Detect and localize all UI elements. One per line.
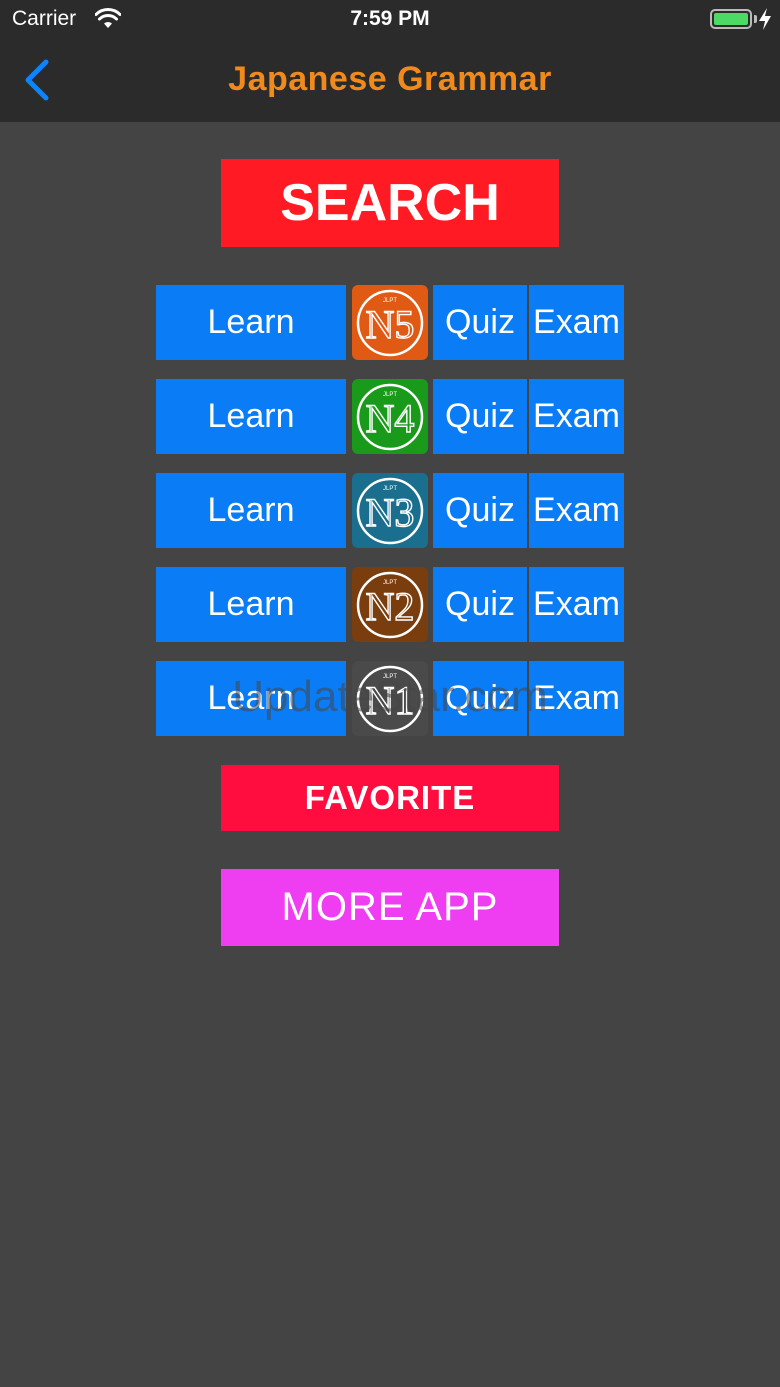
exam-button[interactable]: Exam — [529, 473, 624, 548]
quiz-button[interactable]: Quiz — [433, 567, 527, 642]
quiz-button[interactable]: Quiz — [433, 285, 527, 360]
level-label: N3 — [366, 490, 415, 535]
clock: 7:59 PM — [350, 7, 430, 30]
status-bar: Carrier 7:59 PM — [0, 0, 780, 40]
level-row-n3: Learn JLPT N3 Quiz Exam — [156, 473, 624, 548]
jlpt-n3-badge-icon: JLPTN3 — [352, 473, 428, 548]
level-label: N2 — [366, 584, 415, 629]
jlpt-n5-badge-icon: JLPTN5 — [352, 285, 428, 360]
battery-icon — [710, 9, 752, 29]
level-label: N4 — [366, 396, 415, 441]
more-app-button[interactable]: MORE APP — [221, 869, 559, 946]
exam-button[interactable]: Exam — [529, 379, 624, 454]
learn-button[interactable]: Learn — [156, 661, 346, 736]
learn-button[interactable]: Learn — [156, 567, 346, 642]
quiz-button[interactable]: Quiz — [433, 661, 527, 736]
search-button[interactable]: SEARCH — [221, 159, 559, 247]
exam-button[interactable]: Exam — [529, 285, 624, 360]
level-row-n4: Learn JLPT N4 Quiz Exam — [156, 379, 624, 454]
level-label: N1 — [366, 678, 415, 723]
exam-button[interactable]: Exam — [529, 567, 624, 642]
level-row-n5: Learn JLPT N5 Quiz Exam — [156, 285, 624, 360]
jlpt-n1-badge-icon: JLPTN1 — [352, 661, 428, 736]
level-row-n2: Learn JLPT N2 Quiz Exam — [156, 567, 624, 642]
exam-button[interactable]: Exam — [529, 661, 624, 736]
quiz-button[interactable]: Quiz — [433, 473, 527, 548]
learn-button[interactable]: Learn — [156, 285, 346, 360]
page-title: Japanese Grammar — [228, 60, 552, 98]
navigation-bar: Japanese Grammar — [0, 40, 780, 122]
learn-button[interactable]: Learn — [156, 473, 346, 548]
jlpt-n4-badge-icon: JLPTN4 — [352, 379, 428, 454]
quiz-button[interactable]: Quiz — [433, 379, 527, 454]
charging-bolt-icon — [759, 8, 771, 30]
battery-tip — [754, 15, 757, 23]
level-label: N5 — [366, 302, 415, 347]
learn-button[interactable]: Learn — [156, 379, 346, 454]
jlpt-n2-badge-icon: JLPTN2 — [352, 567, 428, 642]
favorite-button[interactable]: FAVORITE — [221, 765, 559, 831]
level-row-n1: Learn JLPT N1 Quiz Exam — [156, 661, 624, 736]
